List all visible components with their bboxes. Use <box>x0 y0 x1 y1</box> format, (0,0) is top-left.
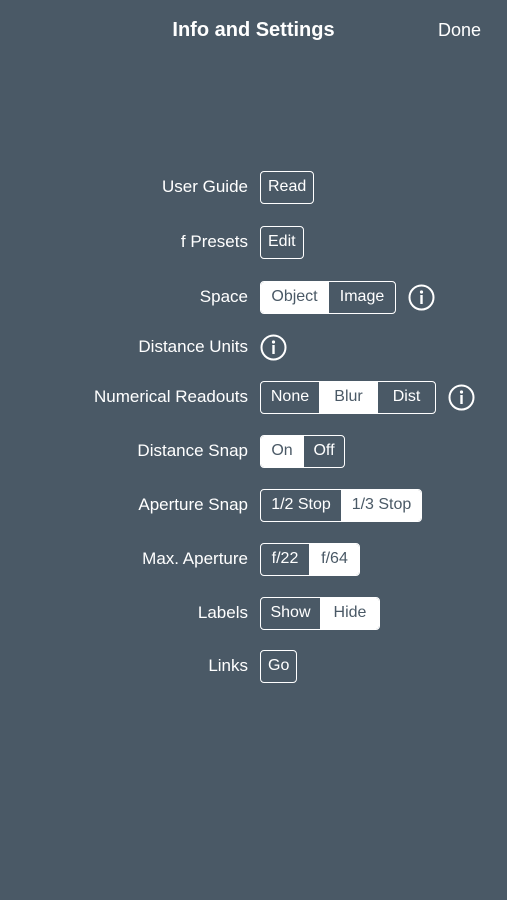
f-presets-controls: Edit <box>260 224 304 260</box>
f-presets-label: f Presets <box>180 232 248 251</box>
max-aperture-controls: f/22 f/64 <box>260 541 360 577</box>
space-option-image[interactable]: Image <box>328 281 395 313</box>
numerical-readouts-segmented-control: None Blur Dist <box>260 380 436 414</box>
numerical-readouts-controls: None Blur Dist <box>260 379 475 415</box>
space-info-icon[interactable] <box>408 284 435 311</box>
distance-units-controls <box>260 329 287 365</box>
setting-row-distance-snap: Distance Snap On Off <box>0 433 507 469</box>
distance-units-info-icon[interactable] <box>260 334 287 361</box>
setting-row-f-presets: f Presets Edit <box>0 224 507 260</box>
setting-row-space: Space Object Image <box>0 279 507 315</box>
numerical-readouts-info-icon[interactable] <box>448 384 475 411</box>
setting-row-numerical-readouts: Numerical Readouts None Blur Dist <box>0 379 507 415</box>
space-label: Space <box>199 287 248 306</box>
distance-snap-option-on[interactable]: On <box>261 435 303 467</box>
setting-row-labels: Labels Show Hide <box>0 595 507 631</box>
max-aperture-option-f64[interactable]: f/64 <box>309 543 359 575</box>
space-controls: Object Image <box>260 279 435 315</box>
numerical-readouts-label: Numerical Readouts <box>93 387 248 406</box>
distance-units-label: Distance Units <box>138 337 248 356</box>
labels-label: Labels <box>197 603 248 622</box>
distance-snap-segmented-control: On Off <box>260 434 345 468</box>
aperture-snap-label: Aperture Snap <box>138 495 248 514</box>
done-button[interactable]: Done <box>438 18 481 42</box>
aperture-snap-option-half-stop[interactable]: 1/2 Stop <box>261 490 341 521</box>
readouts-option-none[interactable]: None <box>261 382 319 413</box>
page-title: Info and Settings <box>172 19 335 41</box>
setting-row-distance-units: Distance Units <box>0 329 507 365</box>
links-controls: Go <box>260 648 298 684</box>
readouts-option-dist[interactable]: Dist <box>377 381 435 413</box>
labels-option-show[interactable]: Show <box>261 598 320 629</box>
space-option-object[interactable]: Object <box>261 281 328 313</box>
readouts-option-blur[interactable]: Blur <box>319 381 377 413</box>
distance-snap-label: Distance Snap <box>137 441 248 460</box>
setting-row-user-guide: User Guide Read <box>0 169 507 205</box>
max-aperture-segmented-control: f/22 f/64 <box>260 542 360 576</box>
max-aperture-label: Max. Aperture <box>142 549 248 568</box>
space-segmented-control: Object Image <box>260 280 396 314</box>
distance-snap-controls: On Off <box>260 433 345 469</box>
labels-option-hide[interactable]: Hide <box>320 597 379 629</box>
user-guide-label: User Guide <box>162 177 248 196</box>
setting-row-max-aperture: Max. Aperture f/22 f/64 <box>0 541 507 577</box>
links-label: Links <box>208 656 248 675</box>
distance-snap-option-off[interactable]: Off <box>303 435 344 467</box>
read-button[interactable]: Read <box>260 170 315 204</box>
setting-row-links: Links Go <box>0 648 507 684</box>
labels-segmented-control: Show Hide <box>260 596 380 630</box>
labels-controls: Show Hide <box>260 595 380 631</box>
aperture-snap-controls: 1/2 Stop 1/3 Stop <box>260 487 422 523</box>
max-aperture-option-f22[interactable]: f/22 <box>261 544 309 575</box>
setting-row-aperture-snap: Aperture Snap 1/2 Stop 1/3 Stop <box>0 487 507 523</box>
user-guide-controls: Read <box>260 169 315 205</box>
edit-button[interactable]: Edit <box>260 225 304 259</box>
aperture-snap-segmented-control: 1/2 Stop 1/3 Stop <box>260 488 422 522</box>
go-button[interactable]: Go <box>260 649 298 683</box>
aperture-snap-option-third-stop[interactable]: 1/3 Stop <box>341 489 421 521</box>
